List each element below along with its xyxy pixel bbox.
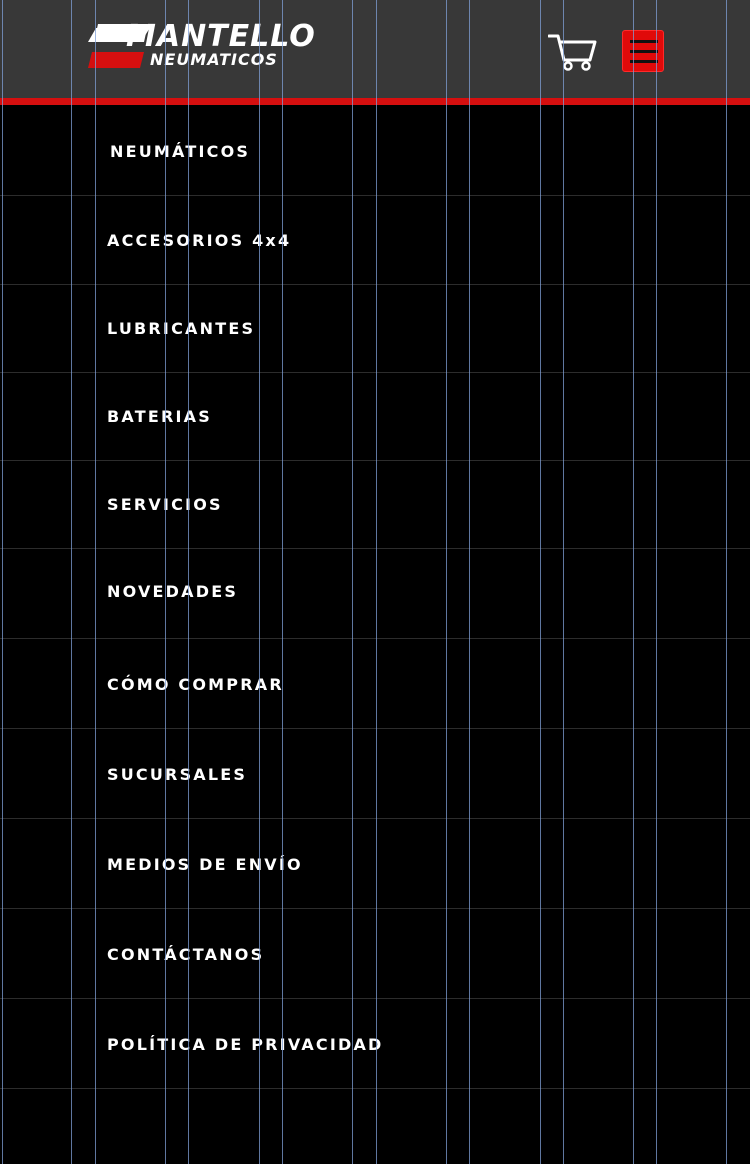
menu-item-como-comprar[interactable]: CÓMO COMPRAR xyxy=(0,640,750,729)
logo-wordmark: MANTELLO xyxy=(126,19,316,54)
site-header: MANTELLO NEUMATICOS xyxy=(0,0,750,98)
menu-item-label: LUBRICANTES xyxy=(107,319,256,338)
menu-item-label: POLÍTICA DE PRIVACIDAD xyxy=(107,1035,384,1054)
site-logo[interactable]: MANTELLO NEUMATICOS xyxy=(88,20,333,72)
menu-item-label: CÓMO COMPRAR xyxy=(107,675,284,694)
cart-button[interactable] xyxy=(547,32,598,72)
menu-item-medios-de-envio[interactable]: MEDIOS DE ENVÍO xyxy=(0,820,750,909)
menu-item-neumaticos[interactable]: NEUMÁTICOS xyxy=(0,107,750,196)
shopping-cart-icon xyxy=(547,34,597,71)
hamburger-menu-button[interactable] xyxy=(622,30,664,72)
menu-item-lubricantes[interactable]: LUBRICANTES xyxy=(0,284,750,373)
menu-item-label: CONTÁCTANOS xyxy=(107,945,265,964)
menu-item-contactanos[interactable]: CONTÁCTANOS xyxy=(0,910,750,999)
menu-item-label: NEUMÁTICOS xyxy=(110,142,251,161)
menu-item-label: SUCURSALES xyxy=(107,765,248,784)
menu-item-label: ACCESORIOS 4x4 xyxy=(107,231,292,250)
menu-item-label: NOVEDADES xyxy=(107,582,239,601)
menu-item-label: BATERIAS xyxy=(107,407,212,426)
menu-item-servicios[interactable]: SERVICIOS xyxy=(0,460,750,549)
menu-item-sucursales[interactable]: SUCURSALES xyxy=(0,730,750,819)
header-accent-bar xyxy=(0,98,750,105)
menu-item-baterias[interactable]: BATERIAS xyxy=(0,372,750,461)
menu-item-label: MEDIOS DE ENVÍO xyxy=(107,855,303,874)
menu-item-politica-de-privacidad[interactable]: POLÍTICA DE PRIVACIDAD xyxy=(0,1000,750,1089)
menu-item-label: SERVICIOS xyxy=(107,495,223,514)
hamburger-menu-icon xyxy=(630,40,658,43)
menu-item-accesorios[interactable]: ACCESORIOS 4x4 xyxy=(0,196,750,285)
menu-item-novedades[interactable]: NOVEDADES xyxy=(0,550,750,639)
logo-subtitle: NEUMATICOS xyxy=(150,50,278,69)
